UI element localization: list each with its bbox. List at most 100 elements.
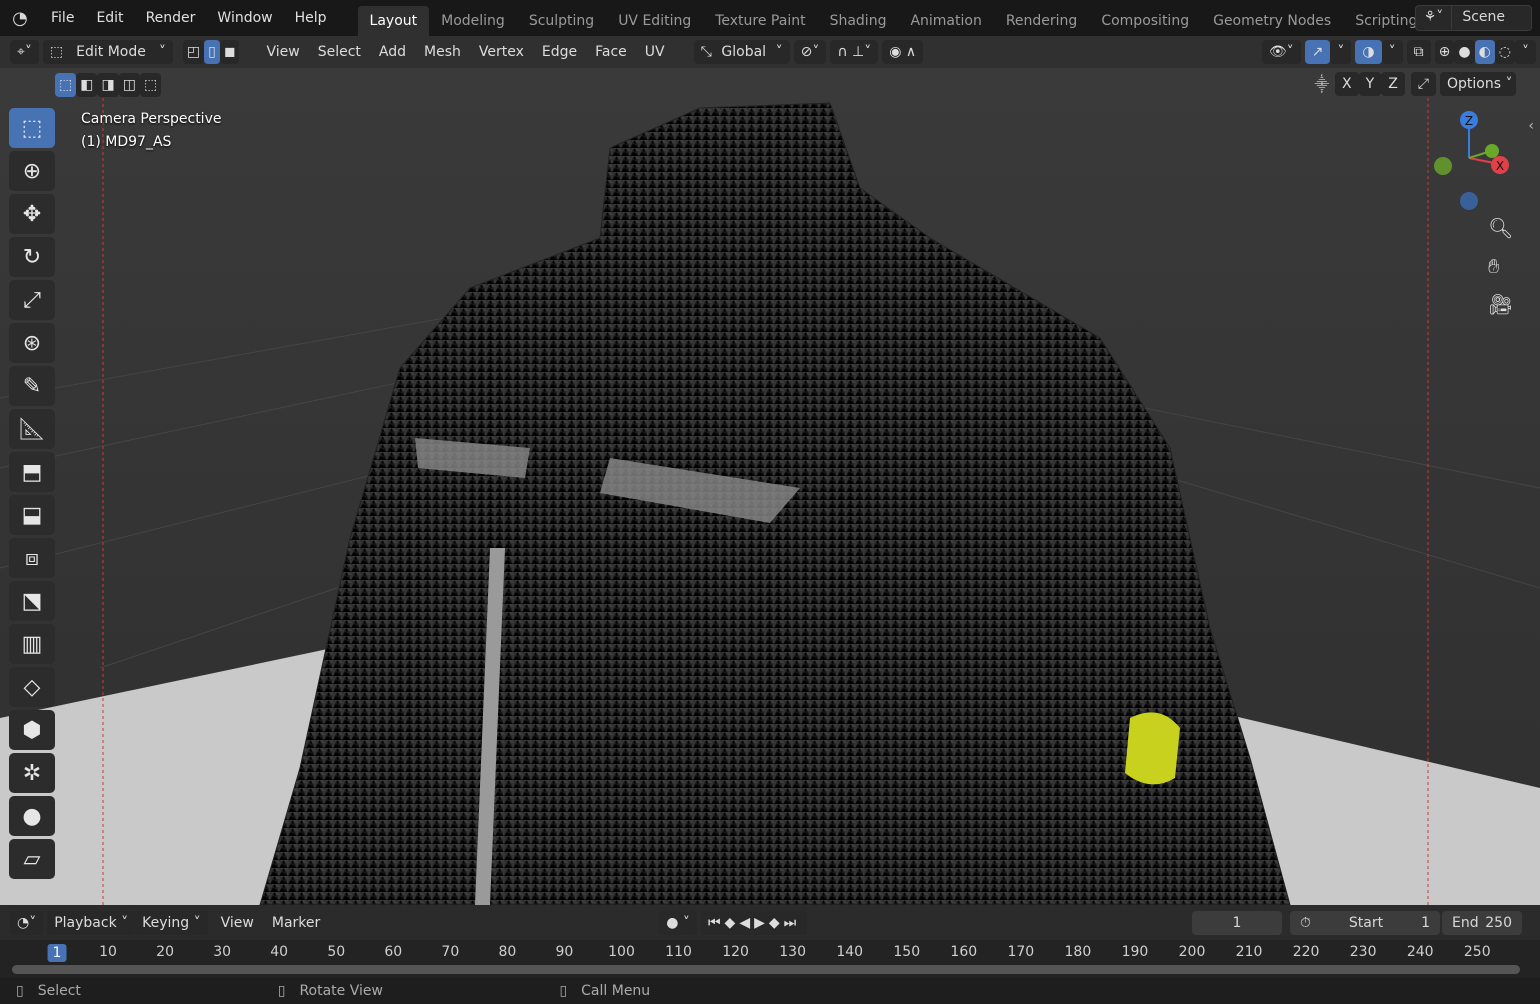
current-frame-field[interactable]: 1	[1192, 910, 1282, 935]
vertex-select-button[interactable]: ◰	[182, 40, 205, 64]
tool-move[interactable]: ✥	[9, 194, 55, 234]
jump-start-icon[interactable]: ⏮	[708, 915, 725, 931]
play-icon[interactable]: ▶	[754, 915, 769, 931]
play-reverse-icon[interactable]: ◀	[739, 915, 754, 931]
mirror-z[interactable]: Z	[1381, 72, 1405, 96]
menu-render[interactable]: Render	[135, 10, 207, 26]
3d-viewport[interactable]: Camera Perspective (1) MD97_AS ⬚ ◧ ◨ ◫ ⬚…	[0, 68, 1540, 905]
tool-smooth[interactable]: ●	[9, 796, 55, 836]
menu-window[interactable]: Window	[206, 10, 283, 26]
tool-knife[interactable]: ◇	[9, 667, 55, 707]
tool-shear[interactable]: ▱	[9, 839, 55, 879]
selectability-dropdown[interactable]: 👁˅	[1261, 40, 1301, 64]
select-extend-icon[interactable]: ◧	[76, 73, 98, 97]
tab-geometry-nodes[interactable]: Geometry Nodes	[1201, 6, 1343, 36]
current-frame-marker[interactable]: 1	[47, 944, 67, 962]
tool-rotate[interactable]: ↻	[9, 237, 55, 277]
prev-keyframe-icon[interactable]: ◆	[725, 915, 740, 931]
tool-transform[interactable]: ⊛	[9, 323, 55, 363]
tool-add-cube[interactable]: ⬒	[9, 452, 55, 492]
gizmo-neg-y[interactable]	[1434, 157, 1452, 175]
menu-face[interactable]: Face	[586, 44, 636, 60]
face-select-button[interactable]: ◼	[219, 40, 240, 64]
scene-selector[interactable]: ⚘˅ Scene	[1414, 5, 1532, 31]
menu-edit[interactable]: Edit	[85, 10, 134, 26]
blender-logo-icon[interactable]: ◔	[0, 8, 40, 29]
menu-file[interactable]: File	[40, 10, 85, 26]
tool-annotate[interactable]: ✎	[9, 366, 55, 406]
tab-shading[interactable]: Shading	[818, 6, 899, 36]
sidebar-toggle-icon[interactable]: ‹	[1528, 118, 1534, 134]
tool-scale[interactable]: ⤢	[9, 280, 55, 320]
menu-mesh[interactable]: Mesh	[415, 44, 470, 60]
menu-help[interactable]: Help	[284, 10, 338, 26]
gizmo-y-axis[interactable]	[1485, 144, 1499, 158]
overlay-toggle[interactable]: ◑	[1355, 40, 1382, 64]
pan-hand-icon[interactable]: ✋︎	[1488, 254, 1513, 278]
shading-solid[interactable]: ●	[1454, 40, 1475, 64]
tool-inset[interactable]: ⧈	[9, 538, 55, 578]
tool-spin[interactable]: ✲	[9, 753, 55, 793]
start-frame-field[interactable]: ⏱ Start 1	[1290, 910, 1440, 935]
timeline-ruler[interactable]: 1 10 20 30 40 50 60 70 80 90 100 110 120 130 140 150 160…	[0, 940, 1540, 978]
tab-compositing[interactable]: Compositing	[1089, 6, 1201, 36]
select-new-icon[interactable]: ⬚	[55, 73, 77, 97]
overlay-dropdown[interactable]: ˅	[1381, 40, 1403, 64]
timeline-editor-type[interactable]: ◔˅	[10, 910, 44, 935]
timeline-view-menu[interactable]: View	[212, 915, 263, 931]
shading-material[interactable]: ◐	[1474, 40, 1495, 64]
options-dropdown[interactable]: Options ˅	[1440, 72, 1516, 96]
tool-bevel[interactable]: ⬔	[9, 581, 55, 621]
auto-keying-toggle[interactable]: ● ˅	[659, 910, 697, 935]
edge-select-button[interactable]: ▯	[204, 40, 220, 64]
menu-add[interactable]: Add	[370, 44, 415, 60]
select-invert-icon[interactable]: ◫	[118, 73, 140, 97]
keying-menu[interactable]: Keying ˅	[135, 910, 208, 935]
viewport-scene[interactable]	[0, 68, 1540, 905]
menu-uv[interactable]: UV	[636, 44, 674, 60]
shading-dropdown[interactable]: ˅	[1515, 40, 1536, 64]
shading-wireframe[interactable]: ⊕	[1434, 40, 1455, 64]
zoom-icon[interactable]: 🔍︎	[1488, 216, 1513, 240]
xray-toggle[interactable]: ⧉	[1406, 40, 1431, 64]
menu-edge[interactable]: Edge	[533, 44, 586, 60]
select-subtract-icon[interactable]: ◨	[97, 73, 119, 97]
next-keyframe-icon[interactable]: ◆	[769, 915, 784, 931]
snap-toggle[interactable]: ∩ ⊥˅	[830, 40, 879, 64]
mirror-x[interactable]: X	[1335, 72, 1359, 96]
navigation-gizmo[interactable]: Z X	[1425, 108, 1515, 218]
scene-name[interactable]: Scene	[1452, 6, 1531, 30]
mode-dropdown[interactable]: ⬚ Edit Mode ˅	[42, 40, 173, 64]
menu-view[interactable]: View	[257, 44, 308, 60]
tab-animation[interactable]: Animation	[898, 6, 993, 36]
tool-cursor[interactable]: ⊕	[9, 151, 55, 191]
menu-select[interactable]: Select	[309, 44, 370, 60]
transform-orientation-dropdown[interactable]: ⤡ Global ˅	[693, 40, 790, 64]
tool-extrude[interactable]: ⬓	[9, 495, 55, 535]
scene-icon[interactable]: ⚘˅	[1416, 6, 1453, 30]
timeline-scrollbar[interactable]	[12, 965, 1520, 974]
tool-loop-cut[interactable]: ▥	[9, 624, 55, 664]
end-frame-field[interactable]: End 250	[1442, 910, 1522, 935]
gizmo-neg-z[interactable]	[1460, 192, 1478, 210]
tool-measure[interactable]: 📐︎	[9, 409, 55, 449]
jump-end-icon[interactable]: ⏭	[784, 915, 801, 931]
auto-merge-icon[interactable]: ⤢	[1410, 72, 1436, 96]
select-intersect-icon[interactable]: ⬚	[139, 73, 162, 97]
tool-poly-build[interactable]: ⬢	[9, 710, 55, 750]
menu-vertex[interactable]: Vertex	[470, 44, 533, 60]
gizmo-dropdown[interactable]: ˅	[1330, 40, 1352, 64]
gizmo-toggle[interactable]: ↗	[1304, 40, 1331, 64]
proportional-edit-toggle[interactable]: ◉ ∧	[882, 40, 924, 64]
tab-texture-paint[interactable]: Texture Paint	[703, 6, 817, 36]
editor-type-button[interactable]: ⌖˅	[10, 40, 39, 64]
tab-uv-editing[interactable]: UV Editing	[606, 6, 703, 36]
tab-sculpting[interactable]: Sculpting	[517, 6, 606, 36]
mirror-y[interactable]: Y	[1358, 72, 1382, 96]
pivot-point-dropdown[interactable]: ⊘˅	[793, 40, 827, 64]
shading-rendered[interactable]: ◌	[1494, 40, 1515, 64]
tab-modeling[interactable]: Modeling	[429, 6, 517, 36]
tab-rendering[interactable]: Rendering	[994, 6, 1090, 36]
tool-select-box[interactable]: ⬚	[9, 108, 55, 148]
timeline-marker-menu[interactable]: Marker	[263, 915, 329, 931]
